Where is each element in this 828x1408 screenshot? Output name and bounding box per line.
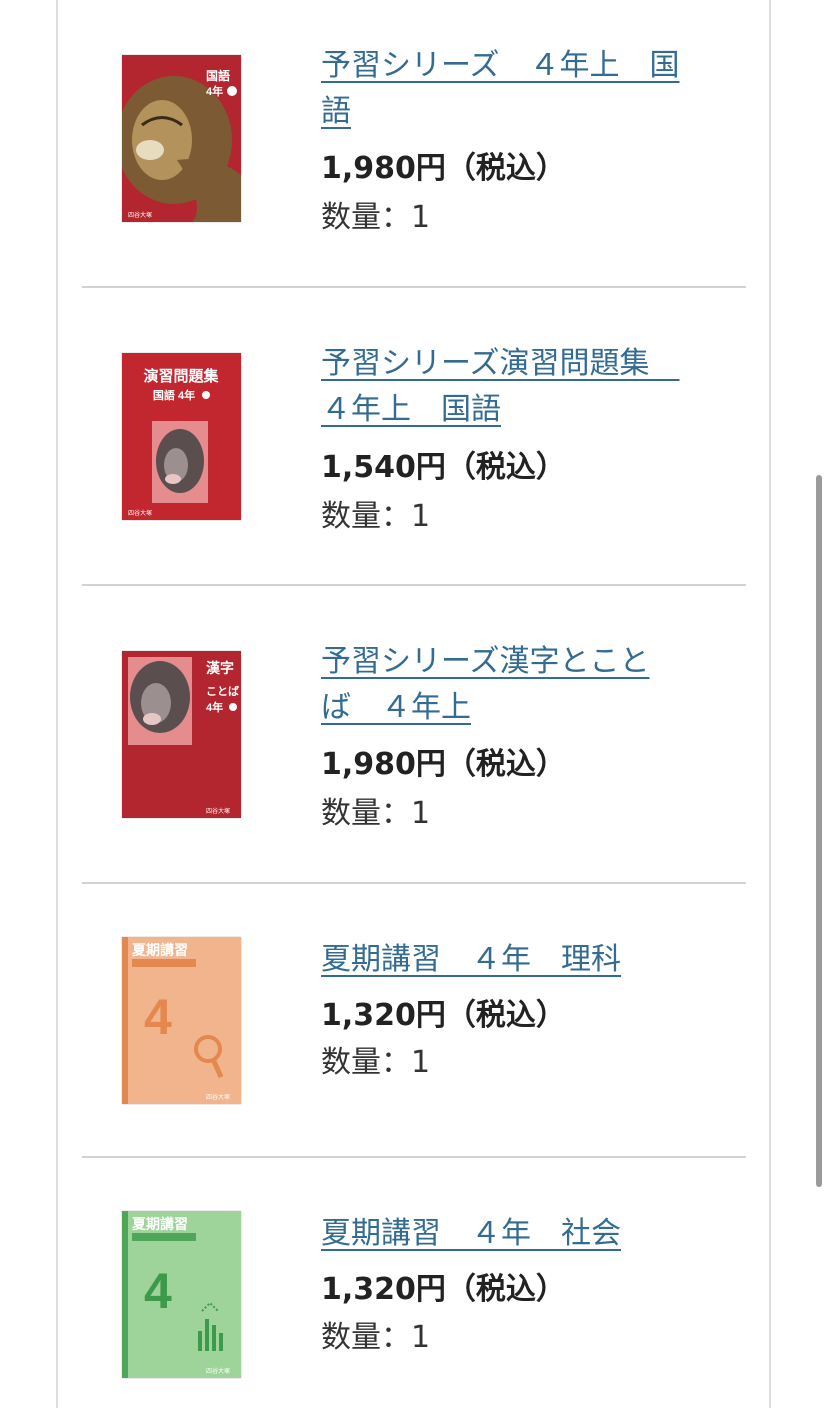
product-title-link[interactable]: 予習シリーズ演習問題集 ４年上 国語 [321,341,721,433]
lion-workbook-cover-icon[interactable]: 演習問題集 国語 4年 四谷大塚 [122,353,241,520]
svg-text:四谷大塚: 四谷大塚 [206,807,230,815]
svg-text:ことば: ことば [206,684,239,698]
svg-text:演習問題集: 演習問題集 [143,367,219,385]
svg-text:4年: 4年 [206,84,223,98]
product-price: 1,540円（税込） [321,450,566,485]
product-price: 1,320円（税込） [321,1272,566,1307]
svg-text:漢字: 漢字 [206,660,234,676]
product-title-link[interactable]: 予習シリーズ ４年上 国語 [321,43,721,135]
product-title-link[interactable]: 夏期講習 ４年 社会 [321,1211,721,1257]
product-quantity: 数量：1 [321,200,431,235]
scrollbar[interactable] [816,475,822,1187]
product-price: 1,980円（税込） [321,747,566,782]
product-quantity: 数量：1 [321,499,431,534]
svg-text:四谷大塚: 四谷大塚 [128,509,152,517]
svg-text:四谷大塚: 四谷大塚 [206,1367,230,1375]
product-quantity: 数量：1 [321,796,431,831]
svg-text:夏期講習: 夏期講習 [132,942,188,958]
product-quantity: 数量：1 [321,1320,431,1355]
svg-text:四谷大塚: 四谷大塚 [206,1093,230,1101]
item-divider [82,882,746,884]
product-quantity: 数量：1 [321,1045,431,1080]
frame-right-border [769,0,771,1408]
svg-text:四谷大塚: 四谷大塚 [128,211,152,219]
svg-text:国語: 国語 [206,68,230,83]
product-title-link[interactable]: 予習シリーズ漢字とことば ４年上 [321,639,721,731]
science-book-cover-icon[interactable]: 夏期講習 4 四谷大塚 [122,937,241,1104]
lion-kanji-cover-icon[interactable]: 漢字 ことば 4年 四谷大塚 [122,651,241,818]
item-divider [82,1156,746,1158]
social-book-cover-icon[interactable]: 夏期講習 4 四谷大塚 [122,1211,241,1378]
svg-text:4年: 4年 [206,700,223,714]
frame-left-border [56,0,58,1408]
lion-book-cover-icon[interactable]: 国語 4年 四谷大塚 [122,55,241,222]
product-title-link[interactable]: 夏期講習 ４年 理科 [321,937,721,983]
svg-text:4: 4 [144,1263,172,1319]
svg-text:国語 4年: 国語 4年 [153,388,195,402]
product-price: 1,320円（税込） [321,998,566,1033]
item-divider [82,286,746,288]
product-price: 1,980円（税込） [321,151,566,186]
item-divider [82,584,746,586]
svg-text:夏期講習: 夏期講習 [132,1216,188,1232]
svg-text:4: 4 [144,989,172,1045]
